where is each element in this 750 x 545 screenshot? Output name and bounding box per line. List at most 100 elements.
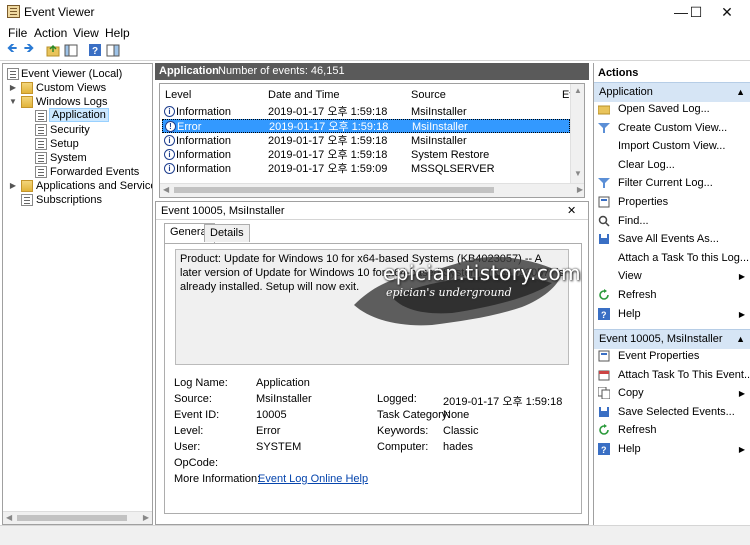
event-row[interactable]: i Information 2019-01-17 오후 1:59:18 MsiI…: [162, 134, 570, 148]
actions-pane: Actions Application ▲ Open Saved Log... C…: [593, 63, 750, 525]
menu-action[interactable]: Action: [34, 26, 67, 40]
event-row[interactable]: i Information 2019-01-17 오후 1:59:18 Syst…: [162, 148, 570, 162]
application-action-create-custom-view[interactable]: Create Custom View...: [594, 120, 750, 137]
console-tree: Event Viewer (Local) ▶ Custom Views ▼ Wi…: [2, 63, 153, 525]
column-header-level[interactable]: Level: [165, 89, 191, 101]
scroll-right-icon[interactable]: ▶: [577, 185, 583, 194]
tree-item-system[interactable]: System: [3, 151, 152, 165]
window-title: Event Viewer: [24, 5, 95, 19]
close-detail-icon[interactable]: ✕: [567, 202, 576, 220]
application-action-filter-current-log[interactable]: Filter Current Log...: [594, 175, 750, 192]
tree-item-security[interactable]: Security: [3, 123, 152, 137]
svg-text:?: ?: [601, 445, 607, 455]
actions-section-event[interactable]: Event 10005, MsiInstaller ▲: [594, 329, 750, 349]
application-action-view[interactable]: View ▶: [594, 268, 750, 285]
action-label: Event Properties: [618, 350, 700, 362]
scroll-down-icon[interactable]: ▼: [574, 169, 582, 178]
action-label: Help: [618, 443, 641, 455]
log-name-value: Application: [256, 377, 310, 389]
tree-item-windows-logs[interactable]: ▼ Windows Logs: [3, 95, 152, 109]
tree-item-custom-views[interactable]: ▶ Custom Views: [3, 81, 152, 95]
svg-text:?: ?: [92, 46, 98, 57]
event-row-selected[interactable]: ! Error 2019-01-17 오후 1:59:18 MsiInstall…: [162, 119, 570, 133]
event-action-help[interactable]: ? Help ▶: [594, 441, 750, 458]
action-label: Attach Task To This Event...: [618, 368, 750, 381]
scroll-thumb[interactable]: [174, 187, 494, 193]
column-header-date[interactable]: Date and Time: [268, 89, 340, 101]
source-label: Source:: [174, 393, 212, 405]
scroll-left-icon[interactable]: ◀: [163, 185, 169, 194]
event-id-label: Event ID:: [174, 409, 220, 421]
more-information-label: More Information:: [174, 473, 261, 485]
tree-item-setup[interactable]: Setup: [3, 137, 152, 151]
expand-arrow-icon[interactable]: ▶: [9, 81, 17, 95]
collapse-arrow-icon[interactable]: ▼: [9, 95, 17, 109]
filter-icon: [598, 177, 610, 189]
log-header: Application Number of events: 46,151: [155, 63, 589, 80]
tree-item-forwarded-events[interactable]: Forwarded Events: [3, 165, 152, 179]
application-action-import-custom-view[interactable]: Import Custom View...: [594, 138, 750, 155]
action-label: Import Custom View...: [618, 140, 726, 153]
tree-item-applications-services[interactable]: ▶ Applications and Services Lo: [3, 179, 152, 193]
application-action-clear-log[interactable]: Clear Log...: [594, 157, 750, 174]
event-log-online-help-link[interactable]: Event Log Online Help: [258, 473, 368, 485]
tree-item-subscriptions[interactable]: Subscriptions: [3, 193, 152, 207]
menu-help[interactable]: Help: [105, 26, 130, 40]
refresh-icon: [598, 289, 610, 301]
scroll-right-icon[interactable]: ▶: [143, 513, 149, 522]
event-row[interactable]: i Information 2019-01-17 오후 1:59:09 MSSQ…: [162, 162, 570, 176]
folder-icon: [21, 96, 33, 108]
event-action-copy[interactable]: Copy ▶: [594, 385, 750, 402]
event-action-save-selected-events[interactable]: Save Selected Events...: [594, 404, 750, 421]
action-label: Open Saved Log...: [618, 103, 710, 115]
user-value: SYSTEM: [256, 441, 302, 453]
application-action-properties[interactable]: Properties: [594, 194, 750, 211]
event-action-event-properties[interactable]: Event Properties: [594, 348, 750, 365]
task-category-value: None: [443, 409, 470, 421]
expand-arrow-icon[interactable]: ▶: [9, 179, 17, 193]
scroll-thumb[interactable]: [17, 515, 127, 521]
application-action-find[interactable]: Find...: [594, 213, 750, 230]
application-action-help[interactable]: ? Help ▶: [594, 306, 750, 323]
tree-horizontal-scrollbar[interactable]: ◀ ▶: [3, 511, 152, 524]
application-action-open-saved-log[interactable]: Open Saved Log...: [594, 101, 750, 118]
event-viewer-icon: [7, 68, 19, 80]
tree-item-application[interactable]: Application: [3, 108, 152, 123]
collapse-up-icon[interactable]: ▲: [736, 330, 745, 349]
event-row[interactable]: i Information 2019-01-17 오후 1:59:18 MsiI…: [162, 105, 570, 119]
level-label: Level:: [174, 425, 204, 437]
event-action-refresh[interactable]: Refresh: [594, 422, 750, 439]
column-header-source[interactable]: Source: [411, 89, 446, 101]
tab-details[interactable]: Details: [204, 224, 250, 242]
actions-title: Actions: [598, 67, 639, 79]
action-label: Properties: [618, 196, 669, 208]
scroll-up-icon[interactable]: ▲: [574, 86, 582, 95]
help-icon[interactable]: ?: [87, 42, 103, 58]
submenu-arrow-icon: ▶: [738, 389, 745, 399]
application-action-save-all-events-as[interactable]: Save All Events As...: [594, 231, 750, 248]
submenu-arrow-icon: ▶: [738, 309, 745, 319]
menu-view[interactable]: View: [73, 26, 99, 40]
menu-file[interactable]: File: [8, 26, 27, 40]
refresh-icon: [598, 424, 610, 436]
show-hide-console-tree-icon[interactable]: [63, 42, 79, 58]
actions-section-application[interactable]: Application ▲: [594, 82, 750, 102]
list-vertical-scrollbar[interactable]: ▲ ▼: [570, 84, 584, 183]
level-value: Error: [256, 425, 281, 437]
close-button[interactable]: ✕: [704, 0, 750, 24]
show-hide-action-pane-icon[interactable]: [105, 42, 121, 58]
event-action-attach-task-to-this-event[interactable]: Attach Task To This Event...: [594, 367, 750, 384]
application-action-refresh[interactable]: Refresh: [594, 287, 750, 304]
scroll-left-icon[interactable]: ◀: [6, 513, 12, 522]
center-pane: Application Number of events: 46,151 Lev…: [155, 63, 589, 525]
tree-item-root[interactable]: Event Viewer (Local): [3, 67, 152, 81]
forward-arrow-icon[interactable]: 🡺: [21, 40, 37, 58]
collapse-up-icon[interactable]: ▲: [736, 83, 745, 102]
properties-icon: [598, 350, 610, 362]
back-arrow-icon[interactable]: 🡸: [4, 40, 20, 58]
application-action-attach-a-task-to-this-log[interactable]: Attach a Task To this Log...: [594, 250, 750, 267]
list-horizontal-scrollbar[interactable]: ◀ ▶: [160, 183, 584, 197]
up-folder-icon[interactable]: [45, 42, 61, 58]
task-category-label: Task Category:: [377, 409, 451, 421]
source-value: MsiInstaller: [256, 393, 312, 405]
